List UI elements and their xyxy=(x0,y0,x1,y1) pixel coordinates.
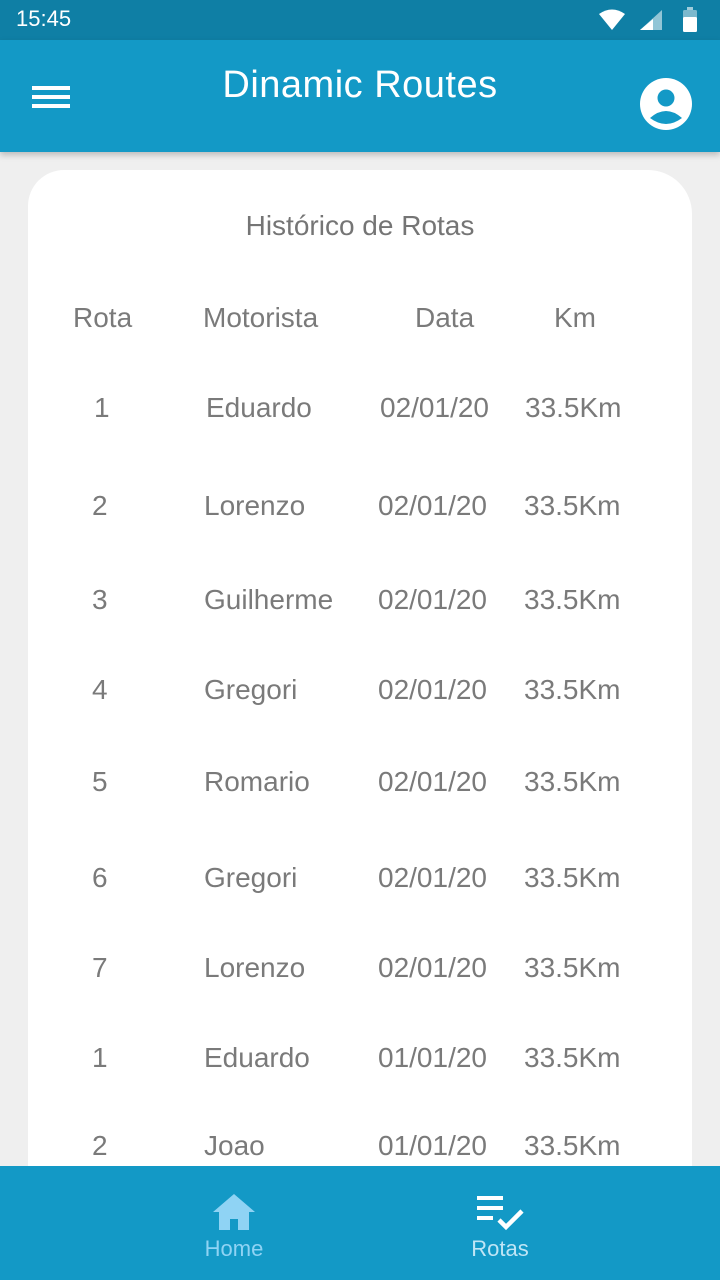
cell-rota: 4 xyxy=(92,674,108,705)
nav-home-label: Home xyxy=(204,1236,264,1261)
app-title: Dinamic Routes xyxy=(222,64,498,106)
cell-data: 01/01/20 xyxy=(378,1130,487,1161)
card-title: Histórico de Rotas xyxy=(245,210,475,241)
battery-icon xyxy=(683,7,697,32)
column-header-km: Km xyxy=(554,302,596,333)
column-header-motorista: Motorista xyxy=(203,302,319,333)
cell-motorista: Eduardo xyxy=(204,1042,310,1073)
cell-motorista: Gregori xyxy=(204,674,298,705)
app-bar: Dinamic Routes xyxy=(0,40,720,152)
cell-data: 01/01/20 xyxy=(378,1042,487,1073)
column-header-rota: Rota xyxy=(73,302,133,333)
cell-data: 02/01/20 xyxy=(380,392,489,423)
cell-motorista: Gregori xyxy=(204,862,298,893)
cell-data: 02/01/20 xyxy=(378,674,487,705)
cell-rota: 3 xyxy=(92,584,108,615)
cell-km: 33.5Km xyxy=(524,766,621,797)
nav-rotas[interactable]: Rotas xyxy=(420,1166,580,1280)
bottom-navigation: Home Rotas xyxy=(0,1166,720,1280)
cell-data: 02/01/20 xyxy=(378,862,487,893)
route-history-card: Histórico de Rotas Rota Motorista Data K… xyxy=(28,170,692,1280)
cell-km: 33.5Km xyxy=(524,862,621,893)
status-bar: 15:45 xyxy=(0,0,720,40)
cell-motorista: Lorenzo xyxy=(204,952,306,983)
cell-motorista: Eduardo xyxy=(206,392,312,423)
cell-rota: 1 xyxy=(94,392,110,423)
cell-motorista: Guilherme xyxy=(204,584,334,615)
cell-km: 33.5Km xyxy=(524,1130,621,1161)
cell-motorista: Lorenzo xyxy=(204,490,306,521)
cell-rota: 7 xyxy=(92,952,108,983)
cell-data: 02/01/20 xyxy=(378,584,487,615)
cell-data: 02/01/20 xyxy=(378,952,487,983)
cell-km: 33.5Km xyxy=(524,952,621,983)
status-time: 15:45 xyxy=(16,6,72,31)
cell-data: 02/01/20 xyxy=(378,766,487,797)
wifi-icon xyxy=(599,9,625,30)
cell-rota: 6 xyxy=(92,862,108,893)
signal-icon xyxy=(640,10,662,30)
cell-km: 33.5Km xyxy=(524,584,621,615)
cell-rota: 2 xyxy=(92,1130,108,1161)
cell-km: 33.5Km xyxy=(524,674,621,705)
account-circle-icon xyxy=(640,78,692,130)
cell-motorista: Joao xyxy=(204,1130,265,1161)
cell-rota: 1 xyxy=(92,1042,108,1073)
status-icons xyxy=(598,6,698,34)
column-header-data: Data xyxy=(415,302,475,333)
cell-rota: 5 xyxy=(92,766,108,797)
cell-data: 02/01/20 xyxy=(378,490,487,521)
nav-home[interactable]: Home xyxy=(154,1166,314,1280)
profile-button[interactable] xyxy=(638,76,694,132)
cell-km: 33.5Km xyxy=(524,1042,621,1073)
checklist-icon xyxy=(477,1196,524,1231)
home-icon xyxy=(213,1194,255,1230)
nav-rotas-label: Rotas xyxy=(471,1236,529,1261)
cell-motorista: Romario xyxy=(204,766,310,797)
cell-km: 33.5Km xyxy=(525,392,622,423)
cell-km: 33.5Km xyxy=(524,490,621,521)
cell-rota: 2 xyxy=(92,490,108,521)
